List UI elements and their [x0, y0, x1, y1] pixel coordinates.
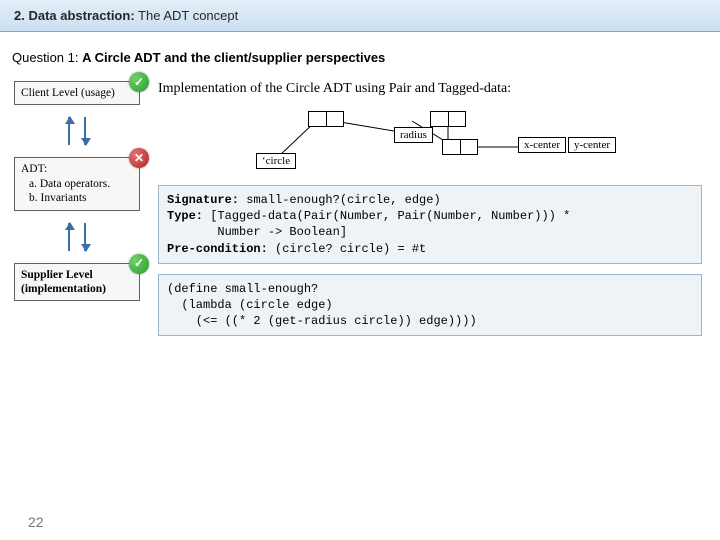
cross-icon — [129, 148, 149, 168]
implementation-heading: Implementation of the Circle ADT using P… — [158, 81, 702, 97]
question-title: A Circle ADT and the client/supplier per… — [82, 50, 385, 65]
page-number: 22 — [28, 514, 44, 530]
arrows-2 — [14, 211, 140, 263]
client-level-box: Client Level (usage) — [14, 81, 140, 105]
check-icon — [129, 72, 149, 92]
pair-node-right — [430, 111, 466, 127]
section-title: The ADT concept — [135, 8, 239, 23]
arrow-up-icon — [68, 117, 70, 145]
signature-block: Signature: small-enough?(circle, edge) T… — [158, 185, 702, 264]
supplier-level-box: Supplier Level (implementation) — [14, 263, 140, 302]
implementation-column: Implementation of the Circle ADT using P… — [158, 81, 720, 346]
check-icon — [129, 254, 149, 274]
arrow-down-icon — [84, 117, 86, 145]
section-header: 2. Data abstraction: The ADT concept — [0, 0, 720, 32]
tree-ycenter-label: y-center — [568, 137, 616, 153]
question-heading: Question 1: A Circle ADT and the client/… — [12, 50, 720, 65]
tree-radius-label: radius — [394, 127, 433, 143]
define-block: (define small-enough? (lambda (circle ed… — [158, 274, 702, 337]
section-number: 2. Data abstraction: — [14, 8, 135, 23]
arrows — [14, 105, 140, 157]
adt-box: ADT: a. Data operators. b. Invariants — [14, 157, 140, 210]
question-label: Question 1 — [12, 50, 75, 65]
pair-node-center — [442, 139, 478, 155]
arrow-down-icon — [84, 223, 86, 251]
levels-column: Client Level (usage) ADT: a. Data operat… — [0, 81, 158, 346]
pair-node-root — [308, 111, 344, 127]
pair-tree-diagram: ‘circle radius x-center y-center — [158, 107, 702, 179]
arrow-up-icon — [68, 223, 70, 251]
tree-xcenter-label: x-center — [518, 137, 566, 153]
tree-tag-label: ‘circle — [256, 153, 296, 169]
